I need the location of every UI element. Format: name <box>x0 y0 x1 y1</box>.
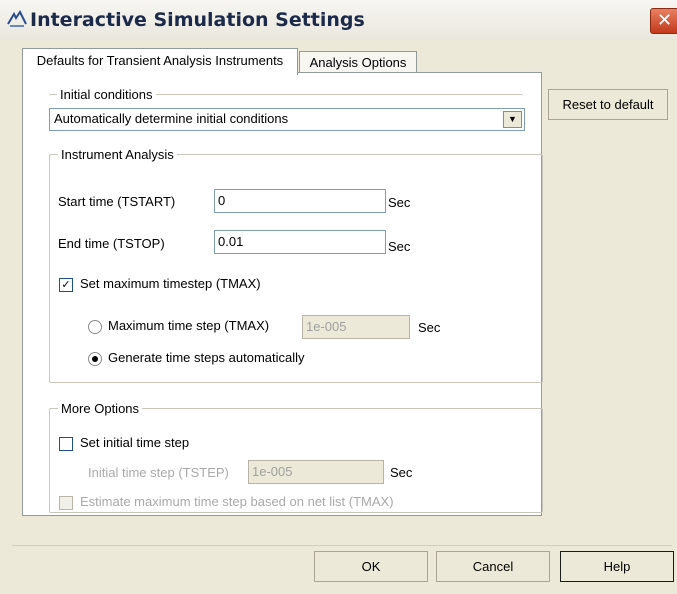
reset-to-default-button[interactable]: Reset to default <box>548 89 668 120</box>
settings-dialog: Interactive Simulation Settings ✕ Defaul… <box>0 0 677 594</box>
estimate-max-timestep-label: Estimate maximum time step based on net … <box>80 494 394 509</box>
checkmark-icon: ✓ <box>61 279 71 291</box>
initial-time-step-unit: Sec <box>390 465 413 480</box>
close-icon: ✕ <box>656 10 673 31</box>
initial-time-step-label: Initial time step (TSTEP) <box>88 465 229 480</box>
set-initial-time-step-checkbox[interactable] <box>59 437 73 451</box>
initial-conditions-value: Automatically determine initial conditio… <box>54 111 289 126</box>
window-title: Interactive Simulation Settings <box>30 9 365 31</box>
initial-conditions-select[interactable]: Automatically determine initial conditio… <box>49 108 525 131</box>
title-bar[interactable]: Interactive Simulation Settings ✕ <box>0 0 677 40</box>
set-max-timestep-checkbox[interactable]: ✓ <box>59 278 73 292</box>
instrument-analysis-legend: Instrument Analysis <box>61 147 174 162</box>
chevron-down-icon[interactable]: ▼ <box>503 111 522 128</box>
estimate-max-timestep-checkbox[interactable] <box>59 496 73 510</box>
set-max-timestep-label: Set maximum timestep (TMAX) <box>80 276 261 291</box>
ok-button[interactable]: OK <box>314 551 428 582</box>
more-options-legend: More Options <box>61 401 140 416</box>
tab-analysis-options[interactable]: Analysis Options <box>299 51 417 73</box>
close-button[interactable]: ✕ <box>650 8 677 34</box>
radio-selected-dot <box>92 356 98 362</box>
max-time-step-input[interactable]: 1e-005 <box>302 315 410 339</box>
footer-divider <box>12 545 672 546</box>
tab-panel: Initial conditions Automatically determi… <box>22 72 543 516</box>
max-time-step-unit: Sec <box>418 320 441 335</box>
end-time-unit: Sec <box>388 239 411 254</box>
cancel-button[interactable]: Cancel <box>436 551 550 582</box>
help-button[interactable]: Help <box>560 551 674 582</box>
start-time-input[interactable]: 0 <box>214 189 386 213</box>
start-time-label: Start time (TSTART) <box>58 194 176 209</box>
tab-transient-defaults[interactable]: Defaults for Transient Analysis Instrume… <box>22 48 298 75</box>
simulation-app-icon <box>7 10 27 27</box>
end-time-label: End time (TSTOP) <box>58 236 165 251</box>
initial-conditions-legend: Initial conditions <box>60 87 153 102</box>
instrument-analysis-group: Instrument Analysis Start time (TSTART) … <box>49 147 543 383</box>
more-options-group: More Options Set initial time step Initi… <box>49 401 543 513</box>
auto-time-steps-radio[interactable] <box>88 352 102 366</box>
max-time-step-label: Maximum time step (TMAX) <box>108 318 270 333</box>
initial-time-step-input[interactable]: 1e-005 <box>248 460 384 484</box>
set-initial-time-step-label: Set initial time step <box>80 435 190 450</box>
start-time-unit: Sec <box>388 195 411 210</box>
auto-time-steps-label: Generate time steps automatically <box>108 350 305 365</box>
max-time-step-radio[interactable] <box>88 320 102 334</box>
end-time-input[interactable]: 0.01 <box>214 230 386 254</box>
